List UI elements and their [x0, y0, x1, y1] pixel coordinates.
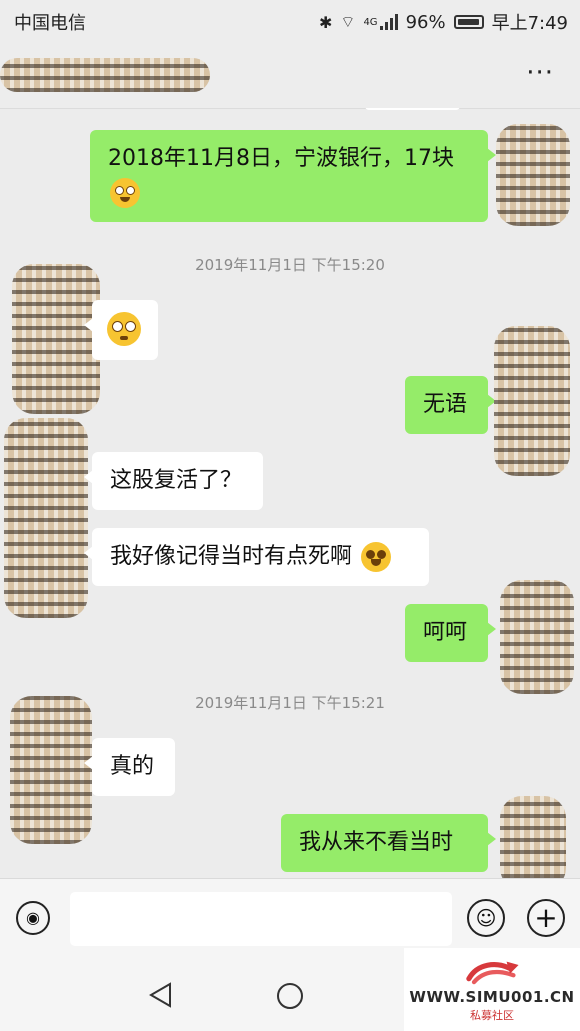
message-text: 无语 — [423, 392, 468, 417]
wifi-icon: ⌔ — [340, 12, 356, 31]
emoji-icon[interactable]: ☺ — [467, 899, 505, 937]
more-options-button[interactable]: ··· — [526, 58, 554, 88]
carrier-name: 中国电信 — [14, 13, 86, 34]
bluetooth-icon: ✱ — [318, 12, 333, 32]
message-text: 呵呵 — [423, 620, 468, 645]
avatar-other[interactable] — [12, 264, 100, 414]
back-nav-icon[interactable] — [148, 982, 174, 1008]
message-bubble-sent[interactable]: 2018年11月8日，宁波银行，17块 — [90, 130, 496, 222]
avatar-me[interactable] — [496, 124, 570, 226]
avatar-other[interactable] — [4, 418, 88, 618]
status-bar: 中国电信 ✱ ⌔ 4G 96% 早上7:49 — [0, 0, 580, 40]
message-bubble-sent[interactable]: 我从来不看当时 — [281, 814, 496, 872]
message-text: 真的 — [110, 754, 155, 779]
home-nav-icon[interactable] — [276, 982, 304, 1010]
tears-of-joy-emoji-icon — [361, 542, 392, 572]
message-text: 2018年11月8日，宁波银行，17块 — [108, 146, 454, 171]
watermark-site: WWW.SIMU001.CN — [409, 988, 575, 1006]
site-watermark: WWW.SIMU001.CN 私募社区 — [404, 948, 580, 1031]
flushed-face-emoji-icon — [107, 312, 141, 346]
battery-icon — [453, 15, 484, 29]
signal-icon — [379, 14, 398, 30]
message-bubble-received[interactable]: 真的 — [84, 738, 175, 796]
message-bubble-received[interactable]: 这股复活了？ — [84, 452, 263, 510]
message-bubble-sent[interactable]: 无语 — [405, 376, 496, 434]
message-bubble-sent[interactable]: 呵呵 — [405, 604, 496, 662]
avatar-other[interactable] — [10, 696, 92, 844]
avatar-me[interactable] — [500, 796, 566, 878]
message-text: 我从来不看当时 — [299, 830, 454, 855]
status-right: ✱ ⌔ 4G 96% 早上7:49 — [319, 9, 568, 35]
message-list[interactable]: 2018年11月8日，宁波银行，17块 2019年11月1日 下午15:20 无… — [0, 108, 580, 878]
input-bar: ◉ ☺ + — [0, 878, 580, 953]
message-input[interactable] — [70, 892, 452, 946]
previous-message-fragment — [365, 108, 460, 110]
watermark-logo-icon — [466, 961, 519, 985]
chat-header: ‹ ··· — [0, 40, 580, 109]
message-bubble-received[interactable] — [84, 300, 158, 360]
clock: 早上7:49 — [491, 13, 568, 34]
avatar-me[interactable] — [494, 326, 570, 476]
message-bubble-received[interactable]: 我好像记得当时有点死啊 — [84, 528, 429, 586]
avatar-me[interactable] — [500, 580, 574, 694]
battery-level: 96% — [405, 11, 446, 33]
plus-icon[interactable]: + — [527, 899, 565, 937]
redacted-contact-name — [0, 58, 210, 92]
message-text: 这股复活了？ — [110, 468, 243, 493]
grinning-squint-emoji-icon — [110, 178, 140, 208]
voice-icon[interactable]: ◉ — [16, 901, 50, 935]
message-text: 我好像记得当时有点死啊 — [110, 544, 353, 569]
watermark-caption: 私募社区 — [470, 1009, 514, 1022]
network-type: 4G — [363, 16, 378, 28]
